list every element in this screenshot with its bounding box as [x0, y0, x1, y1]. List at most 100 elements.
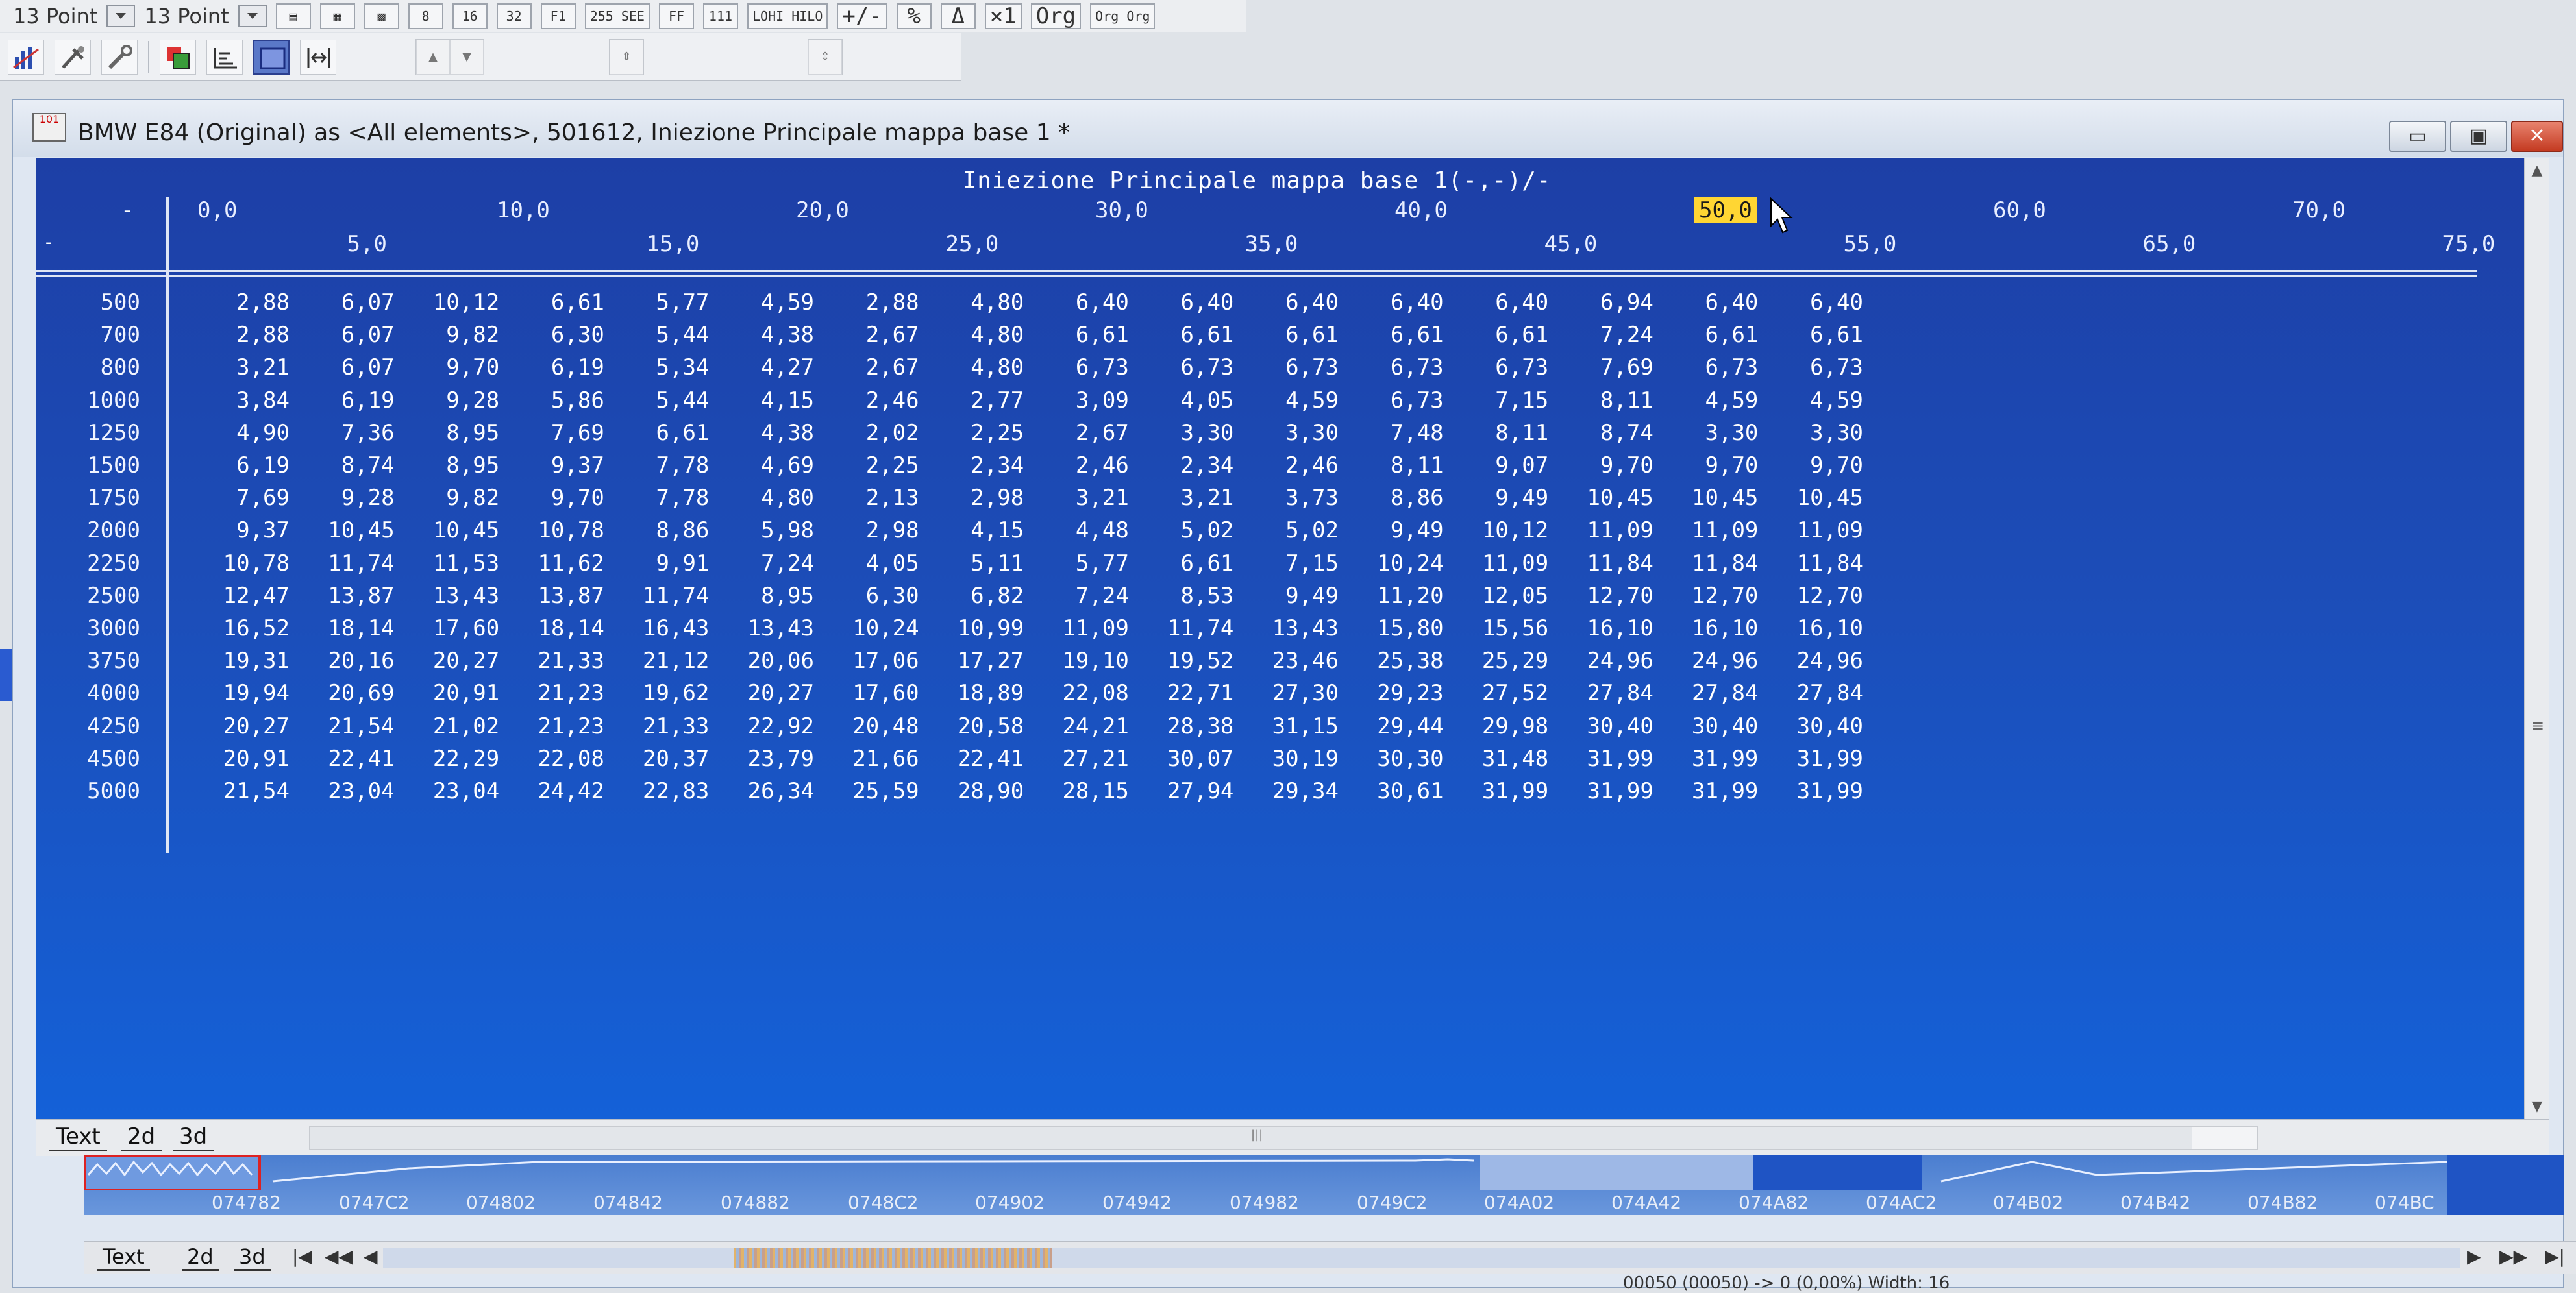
map-cell[interactable]: 20,16	[278, 648, 394, 674]
hex-tab-text[interactable]: Text	[97, 1244, 150, 1271]
x-axis-header[interactable]: 0,0	[197, 197, 237, 223]
map-cell[interactable]: 30,30	[1327, 746, 1443, 772]
x-axis-header[interactable]: 5,0	[347, 231, 387, 257]
map-cell[interactable]: 5,11	[907, 550, 1024, 576]
map-cell[interactable]: 8,11	[1431, 420, 1548, 446]
map-cell[interactable]: 5,77	[1012, 550, 1129, 576]
map-cell[interactable]: 3,09	[1012, 388, 1129, 413]
map-cell[interactable]: 9,49	[1222, 583, 1339, 609]
hex-scrollbar[interactable]	[383, 1248, 2460, 1268]
map-cell[interactable]: 6,73	[1431, 354, 1548, 380]
hex-address-label[interactable]: 074A82	[1739, 1192, 1809, 1213]
copy-map-button[interactable]	[160, 39, 196, 75]
hex-scroll-thumb[interactable]	[734, 1248, 1052, 1268]
map-cell[interactable]: 5,86	[488, 388, 604, 413]
y-axis-header[interactable]: 700	[36, 322, 140, 348]
map-cell[interactable]: 6,30	[802, 583, 919, 609]
map-cell[interactable]: 11,53	[382, 550, 499, 576]
hex-overview-strip[interactable]: 074782 0747C2 074802 074842 074882 0748C2 0749…	[84, 1155, 2447, 1215]
map-cell[interactable]: 2,88	[173, 322, 290, 348]
map-cell[interactable]: 6,82	[907, 583, 1024, 609]
map-cell[interactable]: 10,45	[278, 517, 394, 543]
map-cell[interactable]: 23,04	[278, 778, 394, 804]
map-cell[interactable]: 20,06	[697, 648, 814, 674]
map-cell[interactable]: 3,21	[173, 354, 290, 380]
y-axis-header[interactable]: 1250	[36, 420, 140, 446]
map-cell[interactable]: 25,38	[1327, 648, 1443, 674]
map-cell[interactable]: 24,21	[1012, 713, 1128, 739]
hex-address-label[interactable]: 074B42	[2120, 1192, 2190, 1213]
map-cell[interactable]: 2,25	[907, 420, 1024, 446]
map-cell[interactable]: 9,82	[382, 485, 499, 511]
map-cell[interactable]: 6,61	[1746, 322, 1863, 348]
map-cell[interactable]: 25,29	[1431, 648, 1548, 674]
delta-button[interactable]: Δ	[940, 3, 976, 29]
hex-address-label[interactable]: 074902	[975, 1192, 1045, 1213]
map-cell[interactable]: 24,96	[1641, 648, 1758, 674]
close-button[interactable]: ✕	[2511, 121, 2563, 152]
table-view-button[interactable]	[253, 39, 290, 75]
map-cell[interactable]: 4,38	[697, 420, 814, 446]
window-titlebar[interactable]: 101 BMW E84 (Original) as <All elements>…	[13, 100, 2563, 157]
map-cell[interactable]: 5,77	[592, 289, 710, 315]
point-size-dropdown-1[interactable]	[106, 5, 136, 27]
map-cell[interactable]: 6,94	[1537, 289, 1653, 315]
map-cell[interactable]: 3,30	[1641, 420, 1759, 446]
map-cell[interactable]: 7,15	[1222, 550, 1339, 576]
map-cell[interactable]: 6,73	[1327, 354, 1444, 380]
map-cell[interactable]: 12,70	[1746, 583, 1863, 609]
hex-address-label[interactable]: 0747C2	[339, 1192, 410, 1213]
map-cell[interactable]: 2,13	[802, 485, 919, 511]
horizontal-scrollbar[interactable]: |||	[309, 1126, 2258, 1150]
map-cell[interactable]: 2,77	[907, 388, 1024, 413]
map-cell[interactable]: 4,38	[697, 322, 814, 348]
map-cell[interactable]: 18,14	[278, 615, 394, 641]
bit-32-button[interactable]: 32	[496, 3, 532, 29]
map-cell[interactable]: 4,48	[1012, 517, 1129, 543]
y-axis-header[interactable]: 500	[36, 289, 140, 315]
factor-button[interactable]: ×1	[984, 3, 1022, 29]
y-axis-header[interactable]: 1500	[36, 452, 140, 478]
map-cell[interactable]: 10,45	[1746, 485, 1863, 511]
map-cell[interactable]: 9,07	[1431, 452, 1548, 478]
tab-3d[interactable]: 3d	[173, 1124, 214, 1151]
map-cell[interactable]: 22,71	[1117, 680, 1233, 706]
map-cell[interactable]: 6,40	[1222, 289, 1339, 315]
map-cell[interactable]: 9,70	[488, 485, 604, 511]
hex-tab-2d[interactable]: 2d	[182, 1244, 219, 1271]
map-cell[interactable]: 11,84	[1641, 550, 1758, 576]
map-cell[interactable]: 6,19	[278, 388, 395, 413]
map-cell[interactable]: 18,89	[907, 680, 1024, 706]
map-cell[interactable]: 2,46	[1012, 452, 1129, 478]
x-axis-header[interactable]: 55,0	[1844, 231, 1897, 257]
map-cell[interactable]: 6,61	[488, 289, 604, 315]
map-cell[interactable]: 9,49	[1327, 517, 1444, 543]
map-cell[interactable]: 10,78	[173, 550, 290, 576]
scroll-up-icon[interactable]: ▲	[2525, 158, 2549, 183]
map-data-grid[interactable]: Iniezione Principale mappa base 1(-,-)/-…	[36, 158, 2549, 1119]
hex-address-label[interactable]: 074882	[721, 1192, 790, 1213]
map-cell[interactable]: 11,20	[1327, 583, 1443, 609]
map-cell[interactable]: 12,70	[1641, 583, 1758, 609]
map-cell[interactable]: 20,69	[278, 680, 394, 706]
map-cell[interactable]: 16,10	[1641, 615, 1758, 641]
map-cell[interactable]: 11,09	[1537, 517, 1653, 543]
map-cell[interactable]: 5,02	[1222, 517, 1339, 543]
map-cell[interactable]: 11,09	[1431, 550, 1548, 576]
hex-address-label[interactable]: 0748C2	[848, 1192, 919, 1213]
map-cell[interactable]: 27,52	[1431, 680, 1548, 706]
map-cell[interactable]: 24,96	[1746, 648, 1863, 674]
map-cell[interactable]: 6,07	[278, 322, 395, 348]
map-cell[interactable]: 9,37	[173, 517, 290, 543]
map-cell[interactable]: 8,74	[1537, 420, 1653, 446]
map-cell[interactable]: 29,44	[1327, 713, 1443, 739]
decimal-button[interactable]: 255 SEE	[584, 3, 650, 29]
map-cell[interactable]: 10,78	[488, 517, 604, 543]
map-cell[interactable]: 4,80	[697, 485, 814, 511]
map-cell[interactable]: 11,09	[1641, 517, 1758, 543]
map-cell[interactable]: 10,24	[802, 615, 919, 641]
map-cell[interactable]: 30,07	[1117, 746, 1233, 772]
map-cell[interactable]: 13,43	[382, 583, 499, 609]
map-cell[interactable]: 9,70	[1746, 452, 1863, 478]
map-cell[interactable]: 7,78	[592, 485, 710, 511]
